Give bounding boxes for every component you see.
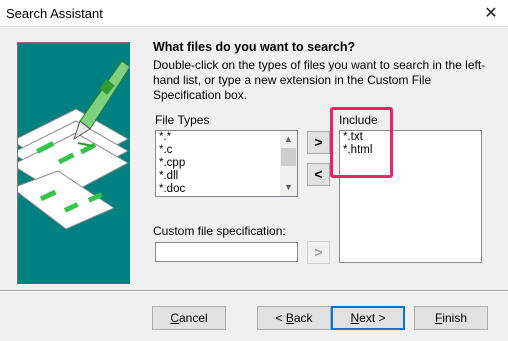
cancel-button[interactable]: Cancel (152, 306, 226, 330)
list-item[interactable]: *.* (156, 131, 297, 144)
scroll-down-icon[interactable]: ▼ (280, 179, 297, 196)
wizard-illustration (17, 42, 131, 285)
separator (0, 290, 508, 292)
list-item[interactable]: *.cpp (156, 157, 297, 170)
file-types-label: File Types (155, 113, 210, 127)
finish-button[interactable]: Finish (414, 306, 488, 330)
title-bar: Search Assistant ✕ (0, 0, 508, 27)
page-heading: What files do you want to search? (153, 40, 356, 54)
custom-spec-label: Custom file specification: (153, 224, 286, 238)
back-prefix: < (275, 311, 286, 325)
cancel-mnemonic: C (170, 311, 179, 325)
cancel-label: ancel (178, 311, 208, 325)
next-label: ext > (359, 311, 386, 325)
custom-spec-input[interactable] (155, 242, 298, 262)
add-custom-spec-button[interactable]: > (307, 241, 330, 264)
file-types-list[interactable]: *.* *.c *.cpp *.dll *.doc ▲ ▼ (155, 130, 298, 197)
page-description: Double-click on the types of files you w… (153, 58, 486, 102)
list-item[interactable]: *.doc (156, 183, 297, 196)
list-item[interactable]: *.c (156, 144, 297, 157)
next-mnemonic: N (350, 311, 360, 325)
finish-label: inish (442, 311, 468, 325)
window-title: Search Assistant (6, 6, 103, 21)
scroll-up-icon[interactable]: ▲ (280, 131, 297, 148)
close-icon[interactable]: ✕ (474, 0, 508, 27)
remove-from-include-button[interactable]: < (307, 163, 330, 186)
next-button[interactable]: Next > (331, 306, 405, 330)
back-mnemonic: B (285, 311, 294, 325)
include-highlight-annotation (330, 107, 393, 178)
list-item[interactable]: *.dll (156, 170, 297, 183)
back-label: ack (293, 311, 313, 325)
scroll-thumb[interactable] (281, 148, 296, 166)
file-types-scrollbar[interactable]: ▲ ▼ (280, 131, 297, 196)
add-to-include-button[interactable]: > (307, 131, 330, 154)
back-button[interactable]: < Back (257, 306, 331, 330)
